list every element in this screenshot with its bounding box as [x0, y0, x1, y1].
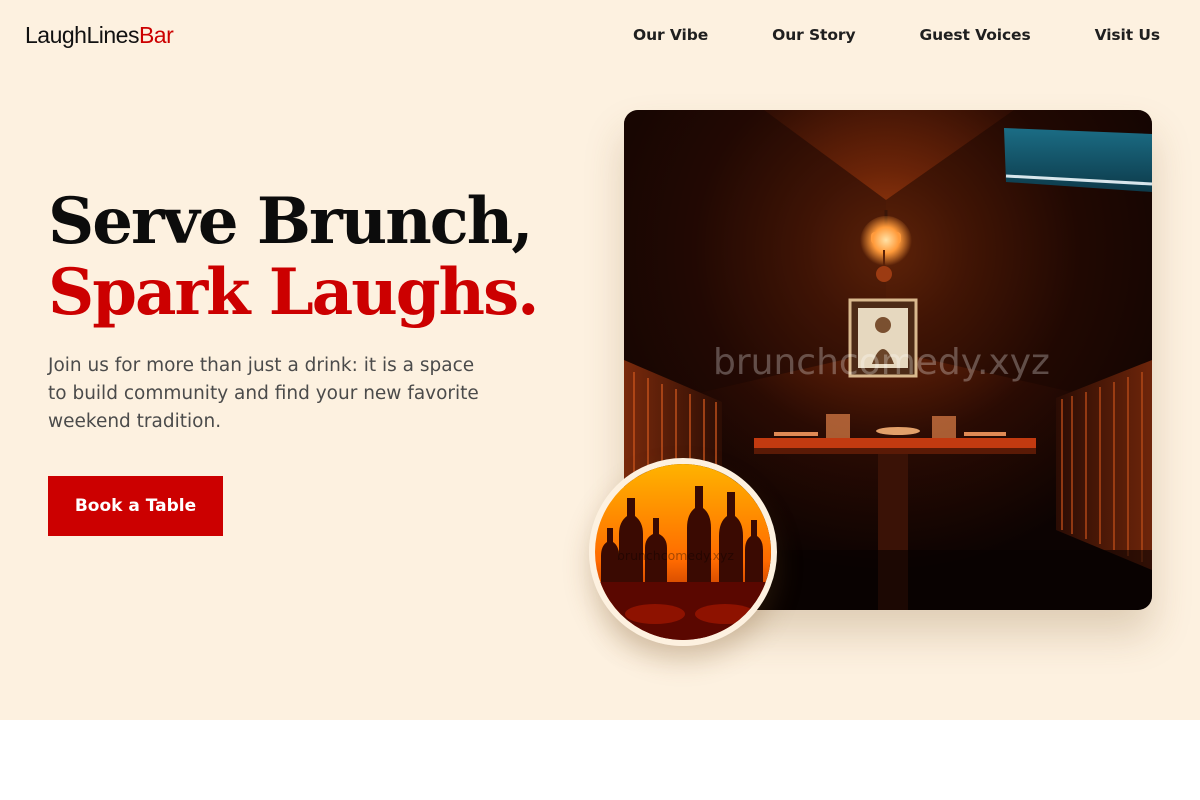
- book-table-button[interactable]: Book a Table: [48, 476, 223, 536]
- next-section: [0, 720, 1200, 800]
- main-nav: Our Vibe Our Story Guest Voices Visit Us: [633, 26, 1160, 44]
- brand-name: LaughLines: [25, 22, 139, 48]
- hero-section: LaughLinesBar Our Vibe Our Story Guest V…: [0, 0, 1200, 720]
- bottles-photo: brunchcomedy.xyz: [589, 458, 777, 646]
- headline-line-1: Serve Brunch,: [48, 184, 534, 259]
- main-photo-watermark: brunchcomedy.xyz: [713, 342, 1050, 383]
- nav-item-visit-us[interactable]: Visit Us: [1095, 26, 1161, 44]
- brand-logo[interactable]: LaughLinesBar: [25, 22, 174, 49]
- nav-item-guest-voices[interactable]: Guest Voices: [919, 26, 1030, 44]
- circle-photo-watermark: brunchcomedy.xyz: [617, 548, 734, 563]
- site-header: LaughLinesBar Our Vibe Our Story Guest V…: [0, 0, 1200, 72]
- hero-headline: Serve Brunch, Spark Laughs.: [48, 184, 539, 330]
- hero-description: Join us for more than just a drink: it i…: [48, 355, 479, 432]
- nav-item-our-story[interactable]: Our Story: [772, 26, 855, 44]
- brand-accent: Bar: [138, 22, 174, 48]
- nav-item-our-vibe[interactable]: Our Vibe: [633, 26, 708, 44]
- headline-line-2: Spark Laughs.: [48, 255, 539, 330]
